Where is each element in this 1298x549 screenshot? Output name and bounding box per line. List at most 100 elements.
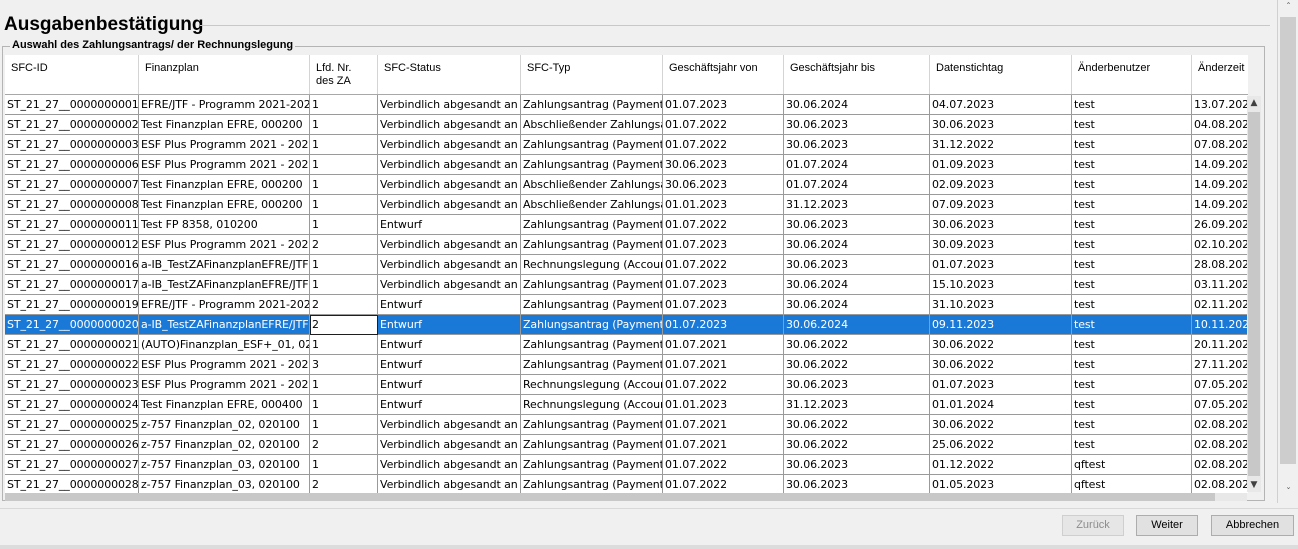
column-header-sfc-id[interactable]: SFC-ID	[5, 55, 139, 94]
cell-sfc-status[interactable]: Entwurf	[378, 295, 521, 315]
cell-sfc-id[interactable]: ST_21_27__0000000019	[5, 295, 139, 315]
cell-sfc-status[interactable]: Entwurf	[378, 315, 521, 335]
table-row[interactable]: ST_21_27__0000000028 z-757 Finanzplan_03,…	[5, 475, 1248, 493]
table-row[interactable]: ST_21_27__0000000003 ESF Plus Programm 20…	[5, 135, 1248, 155]
cell-aenderzeit[interactable]: 02.08.2024	[1192, 415, 1248, 435]
cell-lfd-nr[interactable]: 2	[310, 475, 378, 493]
cell-finanzplan[interactable]: ESF Plus Programm 2021 - 2027 Sachsen	[139, 235, 310, 255]
cell-sfc-id[interactable]: ST_21_27__0000000011	[5, 215, 139, 235]
table-row[interactable]: ST_21_27__0000000023 ESF Plus Programm 20…	[5, 375, 1248, 395]
table-row[interactable]: ST_21_27__0000000021 (AUTO)Finanzplan_ESF…	[5, 335, 1248, 355]
cell-finanzplan[interactable]: ESF Plus Programm 2021 - 2027 Sachsen	[139, 155, 310, 175]
table-row[interactable]: ST_21_27__0000000012 ESF Plus Programm 20…	[5, 235, 1248, 255]
cell-lfd-nr[interactable]: 1	[310, 195, 378, 215]
cell-lfd-nr[interactable]: 1	[310, 275, 378, 295]
cell-gj-von[interactable]: 01.07.2023	[663, 95, 784, 115]
cell-sfc-status[interactable]: Verbindlich abgesandt an KOM	[378, 95, 521, 115]
cell-lfd-nr[interactable]: 3	[310, 355, 378, 375]
cell-sfc-typ[interactable]: Zahlungsantrag (Payment Application)	[521, 135, 663, 155]
cell-lfd-nr[interactable]: 1	[310, 375, 378, 395]
cell-aenderbenutzer[interactable]: test	[1072, 95, 1192, 115]
cell-aenderbenutzer[interactable]: test	[1072, 295, 1192, 315]
cell-gj-bis[interactable]: 30.06.2023	[784, 255, 930, 275]
cell-aenderzeit[interactable]: 04.08.2023	[1192, 115, 1248, 135]
cell-sfc-status[interactable]: Verbindlich abgesandt an KOM	[378, 235, 521, 255]
cell-aenderzeit[interactable]: 02.11.2023	[1192, 295, 1248, 315]
table-row[interactable]: ST_21_27__0000000022 ESF Plus Programm 20…	[5, 355, 1248, 375]
cell-sfc-status[interactable]: Verbindlich abgesandt an KOM	[378, 115, 521, 135]
cell-gj-von[interactable]: 01.01.2023	[663, 195, 784, 215]
cell-sfc-typ[interactable]: Rechnungslegung (Accounts)	[521, 395, 663, 415]
cell-gj-bis[interactable]: 30.06.2024	[784, 95, 930, 115]
cell-gj-bis[interactable]: 30.06.2023	[784, 135, 930, 155]
cell-gj-von[interactable]: 01.07.2022	[663, 115, 784, 135]
cell-gj-bis[interactable]: 30.06.2023	[784, 115, 930, 135]
cell-sfc-status[interactable]: Verbindlich abgesandt an KOM	[378, 155, 521, 175]
cell-finanzplan[interactable]: Test Finanzplan EFRE, 000200	[139, 195, 310, 215]
cell-gj-bis[interactable]: 30.06.2022	[784, 435, 930, 455]
cell-finanzplan[interactable]: (AUTO)Finanzplan_ESF+_01, 020100	[139, 335, 310, 355]
cell-datenstichtag[interactable]: 30.06.2023	[930, 215, 1072, 235]
cell-datenstichtag[interactable]: 09.11.2023	[930, 315, 1072, 335]
cell-gj-bis[interactable]: 30.06.2023	[784, 375, 930, 395]
column-header-aenderzeit[interactable]: Änderzeit	[1192, 55, 1248, 94]
cell-sfc-id[interactable]: ST_21_27__0000000007	[5, 175, 139, 195]
cell-sfc-status[interactable]: Verbindlich abgesandt an KOM	[378, 415, 521, 435]
cell-finanzplan[interactable]: ESF Plus Programm 2021 - 2027 Sachsen	[139, 135, 310, 155]
cell-lfd-nr[interactable]: 1	[310, 155, 378, 175]
cell-finanzplan[interactable]: z-757 Finanzplan_03, 020100	[139, 475, 310, 493]
cell-finanzplan[interactable]: ESF Plus Programm 2021 - 2027 Sachsen	[139, 355, 310, 375]
cell-lfd-nr[interactable]: 1	[310, 255, 378, 275]
cell-sfc-id[interactable]: ST_21_27__0000000023	[5, 375, 139, 395]
cell-sfc-id[interactable]: ST_21_27__0000000001	[5, 95, 139, 115]
cell-sfc-typ[interactable]: Abschließender Zahlungsantrag	[521, 195, 663, 215]
cell-lfd-nr[interactable]: 1	[310, 95, 378, 115]
cell-sfc-id[interactable]: ST_21_27__0000000017	[5, 275, 139, 295]
cell-datenstichtag[interactable]: 30.06.2022	[930, 335, 1072, 355]
cell-aenderbenutzer[interactable]: qftest	[1072, 475, 1192, 493]
cell-gj-bis[interactable]: 30.06.2024	[784, 295, 930, 315]
cell-gj-bis[interactable]: 30.06.2024	[784, 235, 930, 255]
cell-aenderbenutzer[interactable]: test	[1072, 315, 1192, 335]
cell-finanzplan[interactable]: z-757 Finanzplan_02, 020100	[139, 435, 310, 455]
cell-sfc-typ[interactable]: Zahlungsantrag (Payment Application)	[521, 315, 663, 335]
cell-gj-bis[interactable]: 30.06.2023	[784, 455, 930, 475]
cell-finanzplan[interactable]: EFRE/JTF - Programm 2021-2027 Sachsen	[139, 295, 310, 315]
cell-datenstichtag[interactable]: 01.12.2022	[930, 455, 1072, 475]
window-scroll-thumb[interactable]	[1280, 17, 1296, 464]
column-header-aenderbenutzer[interactable]: Änderbenutzer	[1072, 55, 1192, 94]
cell-aenderzeit[interactable]: 26.09.2023	[1192, 215, 1248, 235]
back-button[interactable]: Zurück	[1062, 515, 1124, 536]
cell-sfc-typ[interactable]: Rechnungslegung (Accounts)	[521, 255, 663, 275]
cell-sfc-status[interactable]: Verbindlich abgesandt an KOM	[378, 175, 521, 195]
cell-gj-von[interactable]: 01.07.2023	[663, 275, 784, 295]
cell-gj-von[interactable]: 01.07.2022	[663, 455, 784, 475]
cell-gj-bis[interactable]: 01.07.2024	[784, 175, 930, 195]
cell-sfc-typ[interactable]: Zahlungsantrag (Payment Application)	[521, 235, 663, 255]
cell-datenstichtag[interactable]: 01.09.2023	[930, 155, 1072, 175]
cell-lfd-nr[interactable]: 1	[310, 115, 378, 135]
cell-finanzplan[interactable]: Test Finanzplan EFRE, 000400	[139, 395, 310, 415]
cell-lfd-nr[interactable]: 1	[310, 335, 378, 355]
cell-sfc-status[interactable]: Verbindlich abgesandt an KOM	[378, 475, 521, 493]
cell-gj-von[interactable]: 30.06.2023	[663, 175, 784, 195]
cell-gj-von[interactable]: 01.07.2022	[663, 135, 784, 155]
cell-gj-von[interactable]: 01.07.2023	[663, 235, 784, 255]
table-row[interactable]: ST_21_27__0000000017 a-IB_TestZAFinanzpla…	[5, 275, 1248, 295]
cell-sfc-status[interactable]: Entwurf	[378, 375, 521, 395]
cell-aenderbenutzer[interactable]: qftest	[1072, 455, 1192, 475]
cell-gj-bis[interactable]: 30.06.2022	[784, 335, 930, 355]
cell-finanzplan[interactable]: EFRE/JTF - Programm 2021-2027 Sachsen	[139, 95, 310, 115]
cell-aenderzeit[interactable]: 03.11.2023	[1192, 275, 1248, 295]
cell-sfc-status[interactable]: Entwurf	[378, 215, 521, 235]
scroll-up-icon[interactable]: ▲	[1247, 96, 1261, 110]
cell-aenderzeit[interactable]: 07.05.2024	[1192, 375, 1248, 395]
cell-sfc-id[interactable]: ST_21_27__0000000003	[5, 135, 139, 155]
column-header-sfc-status[interactable]: SFC-Status	[378, 55, 521, 94]
cell-aenderzeit[interactable]: 10.11.2023	[1192, 315, 1248, 335]
cell-sfc-id[interactable]: ST_21_27__0000000027	[5, 455, 139, 475]
cell-datenstichtag[interactable]: 30.06.2023	[930, 115, 1072, 135]
cell-sfc-typ[interactable]: Zahlungsantrag (Payment Application)	[521, 215, 663, 235]
cell-gj-von[interactable]: 01.07.2022	[663, 375, 784, 395]
table-row[interactable]: ST_21_27__0000000024 Test Finanzplan EFRE…	[5, 395, 1248, 415]
